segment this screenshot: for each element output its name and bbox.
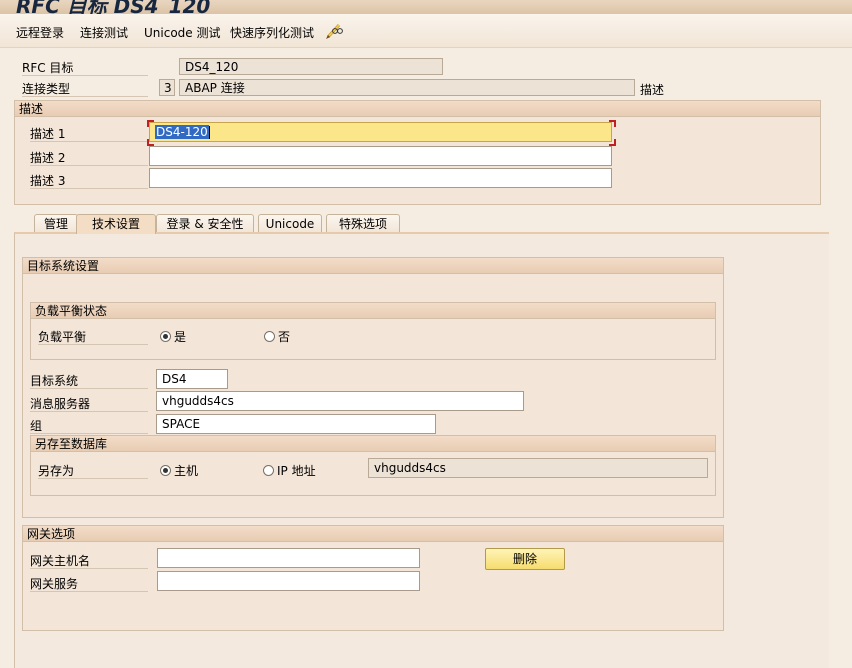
load-balancing-no-label: 否 xyxy=(278,330,291,344)
connection-type-code: 3 xyxy=(159,79,175,96)
tab-logon-security[interactable]: 登录 & 安全性 xyxy=(156,214,254,234)
description-2-input[interactable] xyxy=(149,146,612,166)
fast-serialization-test-button[interactable]: 快速序列化测试 xyxy=(230,24,314,41)
remote-logon-button[interactable]: 远程登录 xyxy=(16,24,64,41)
load-balancing-group-title: 负载平衡状态 xyxy=(31,303,715,319)
delete-button[interactable]: 删除 xyxy=(485,548,565,570)
title-bar: RFC 目标 DS4_120 xyxy=(0,0,852,14)
description-1-value: DS4-120 xyxy=(155,125,209,139)
rfc-target-field: DS4_120 xyxy=(179,58,443,75)
target-system-input[interactable]: DS4 xyxy=(156,369,228,389)
gateway-options-group-title: 网关选项 xyxy=(23,526,723,542)
save-as-label: 另存为 xyxy=(38,462,148,479)
load-balancing-yes-radio[interactable] xyxy=(160,331,171,342)
save-as-host-label: 主机 xyxy=(174,464,199,478)
focus-corner-bl xyxy=(147,139,154,146)
save-as-host-radio[interactable] xyxy=(160,465,171,476)
text-cursor xyxy=(208,126,210,139)
focus-corner-tr xyxy=(609,120,616,127)
tab-administration[interactable]: 管理 xyxy=(34,214,78,234)
gateway-host-input[interactable] xyxy=(157,548,420,568)
save-as-ip-radio[interactable] xyxy=(263,465,274,476)
connection-type-field: ABAP 连接 xyxy=(179,79,635,96)
message-server-input[interactable]: vhgudds4cs xyxy=(156,391,524,411)
group-label: 组 xyxy=(30,417,148,434)
gateway-service-label: 网关服务 xyxy=(30,575,148,592)
target-system-group-title: 目标系统设置 xyxy=(23,258,723,274)
description-3-input[interactable] xyxy=(149,168,612,188)
save-as-host-field: vhgudds4cs xyxy=(368,458,708,478)
connection-test-button[interactable]: 连接测试 xyxy=(80,24,128,41)
description-group-title: 描述 xyxy=(15,101,820,117)
gateway-host-label: 网关主机名 xyxy=(30,552,148,569)
description-2-label: 描述 2 xyxy=(30,149,148,166)
tab-technical-settings[interactable]: 技术设置 xyxy=(76,214,156,234)
load-balancing-yes-label: 是 xyxy=(174,330,187,344)
tab-special-options[interactable]: 特殊选项 xyxy=(326,214,400,234)
application-toolbar: 远程登录 连接测试 Unicode 测试 快速序列化测试 xyxy=(0,14,852,48)
target-system-label: 目标系统 xyxy=(30,372,148,389)
description-3-label: 描述 3 xyxy=(30,172,148,189)
save-as-ip-label: IP 地址 xyxy=(277,464,316,478)
save-to-database-group-title: 另存至数据库 xyxy=(31,436,715,452)
connection-type-description: 描述 xyxy=(640,83,665,97)
focus-corner-tl xyxy=(147,120,154,127)
group-input[interactable]: SPACE xyxy=(156,414,436,434)
tab-unicode[interactable]: Unicode xyxy=(258,214,322,234)
focus-corner-br xyxy=(609,139,616,146)
message-server-label: 消息服务器 xyxy=(30,395,148,412)
load-balancing-no-radio[interactable] xyxy=(264,331,275,342)
load-balancing-label: 负载平衡 xyxy=(38,328,148,345)
description-1-input[interactable]: DS4-120 xyxy=(149,122,612,142)
description-1-label: 描述 1 xyxy=(30,125,148,142)
gateway-service-input[interactable] xyxy=(157,571,420,591)
window-title: RFC 目标 DS4_120 xyxy=(16,0,211,14)
rfc-target-label: RFC 目标 xyxy=(22,59,148,76)
unicode-test-button[interactable]: Unicode 测试 xyxy=(144,24,220,41)
connection-type-label: 连接类型 xyxy=(22,80,148,97)
pencil-glasses-icon[interactable] xyxy=(324,22,344,40)
